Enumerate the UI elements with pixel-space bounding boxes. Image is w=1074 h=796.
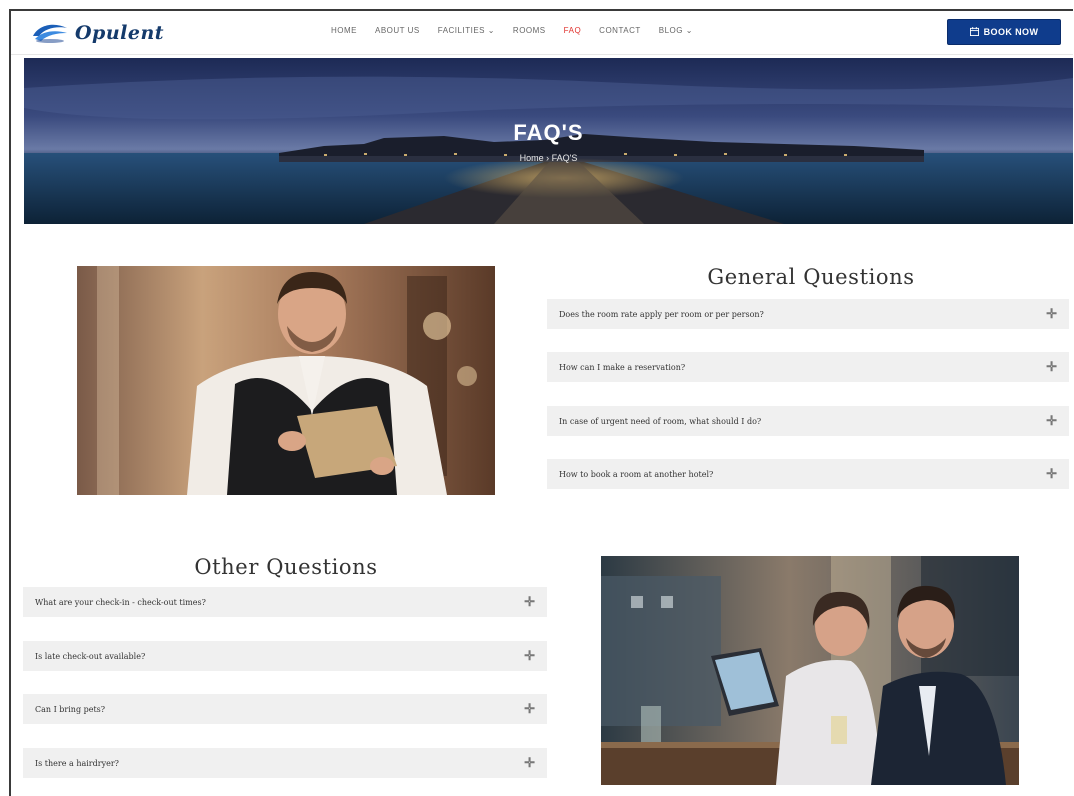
faq-question: What are your check-in - check-out times… [35,597,206,607]
nav-faq[interactable]: FAQ [564,26,582,35]
general-questions-title: General Questions [707,265,915,289]
logo-text: Opulent [75,22,165,44]
main-nav: HOME ABOUT US FACILITIES ⌄ ROOMS FAQ CON… [331,26,711,35]
nav-facilities[interactable]: FACILITIES ⌄ [438,26,495,35]
faq-item-other-4[interactable]: Is there a hairdryer? ✛ [23,748,547,778]
book-now-label: BOOK NOW [983,27,1039,37]
plus-icon[interactable]: ✛ [1046,359,1057,375]
plus-icon[interactable]: ✛ [1046,306,1057,322]
plus-icon[interactable]: ✛ [524,755,535,771]
page-banner: FAQ'S Home › FAQ'S [24,58,1073,224]
nav-about-us[interactable]: ABOUT US [375,26,420,35]
faq-item-general-3[interactable]: In case of urgent need of room, what sho… [547,406,1069,436]
plus-icon[interactable]: ✛ [1046,466,1057,482]
faq-item-other-1[interactable]: What are your check-in - check-out times… [23,587,547,617]
site-header: Opulent HOME ABOUT US FACILITIES ⌄ ROOMS… [11,11,1073,55]
faq-item-other-3[interactable]: Can I bring pets? ✛ [23,694,547,724]
faq-question: Is there a hairdryer? [35,758,119,768]
couple-tablet-photo [601,556,1019,785]
banner-title: FAQ'S [513,120,584,145]
nav-contact[interactable]: CONTACT [599,26,641,35]
faq-item-other-2[interactable]: Is late check-out available? ✛ [23,641,547,671]
faq-question: How can I make a reservation? [559,362,686,372]
nav-rooms[interactable]: ROOMS [513,26,546,35]
breadcrumb[interactable]: Home › FAQ'S [24,153,1073,163]
plus-icon[interactable]: ✛ [524,594,535,610]
waiter-photo [77,266,495,495]
faq-question: Does the room rate apply per room or per… [559,309,764,319]
other-questions-title: Other Questions [194,555,378,579]
nav-blog[interactable]: BLOG ⌄ [659,26,693,35]
nav-home[interactable]: HOME [331,26,357,35]
plus-icon[interactable]: ✛ [524,701,535,717]
page-frame: Opulent HOME ABOUT US FACILITIES ⌄ ROOMS… [9,9,1073,796]
faq-question: Is late check-out available? [35,651,146,661]
faq-item-general-1[interactable]: Does the room rate apply per room or per… [547,299,1069,329]
faq-item-general-4[interactable]: How to book a room at another hotel? ✛ [547,459,1069,489]
plus-icon[interactable]: ✛ [1046,413,1057,429]
logo[interactable]: Opulent [31,19,164,47]
logo-wave-icon [31,22,69,44]
faq-question: Can I bring pets? [35,704,106,714]
faq-question: In case of urgent need of room, what sho… [559,416,762,426]
calendar-icon [969,26,979,38]
faq-question: How to book a room at another hotel? [559,469,714,479]
plus-icon[interactable]: ✛ [524,648,535,664]
book-now-button[interactable]: BOOK NOW [947,19,1061,45]
faq-item-general-2[interactable]: How can I make a reservation? ✛ [547,352,1069,382]
